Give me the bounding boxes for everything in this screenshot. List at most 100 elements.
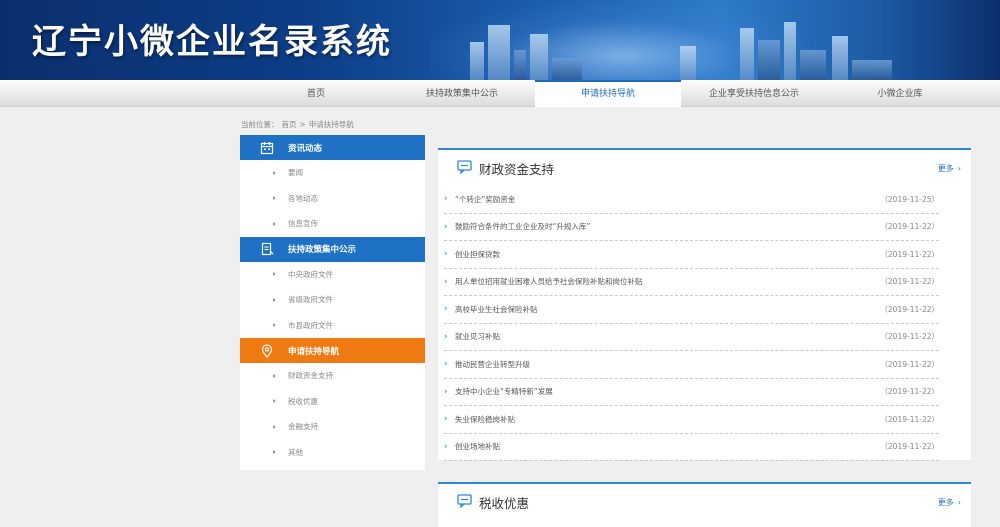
- sidebar-item-publicity[interactable]: 信息宣传: [240, 211, 425, 237]
- chevron-right-icon: ›: [957, 498, 961, 507]
- caret-right-icon: [273, 323, 276, 328]
- chevron-right-icon: ›: [444, 359, 448, 370]
- sidebar-section-label: 资讯动态: [288, 143, 323, 154]
- breadcrumb-current: 申请扶持导航: [308, 120, 354, 129]
- caret-right-icon: [273, 450, 276, 455]
- header-banner: 辽宁小微企业名录系统: [0, 0, 1000, 80]
- breadcrumb-home[interactable]: 首页: [282, 120, 297, 129]
- sidebar-item-central-docs[interactable]: 中央政府文件: [240, 262, 425, 288]
- sidebar: 资讯动态 要闻 各地动态 信息宣传 扶持政策集中公示 中央政府文件 省级政府文件…: [240, 135, 425, 470]
- news-item[interactable]: › 创业担保贷款 （2019-11-22）: [444, 241, 939, 269]
- chevron-right-icon: ›: [444, 276, 448, 287]
- sidebar-item-financial-support[interactable]: 金融支持: [240, 414, 425, 440]
- panel-fiscal-support: 财政资金支持 更多 › › “个转企”奖励资金 （2019-11-25） › 鼓励符合条…: [438, 148, 971, 461]
- sidebar-item-label: 信息宣传: [288, 219, 318, 229]
- sidebar-item-label: 中央政府文件: [288, 269, 333, 279]
- news-item[interactable]: › 鼓励符合条件的工业企业及时“升规入库” （2019-11-22）: [444, 214, 939, 241]
- sidebar-item-local-news[interactable]: 各地动态: [240, 186, 425, 212]
- news-item[interactable]: › 高校毕业生社会保险补贴 （2019-11-22）: [444, 296, 939, 324]
- nav-enterprise-support-info[interactable]: 企业享受扶持信息公示: [681, 80, 827, 107]
- sidebar-section-support-guide[interactable]: 申请扶持导航: [240, 338, 425, 363]
- news-item[interactable]: › 推动民营企业转型升级 （2019-11-22）: [444, 351, 939, 379]
- news-title: 用人单位招用就业困难人员给予社会保险补贴和岗位补贴: [455, 277, 643, 287]
- more-link[interactable]: 更多 ›: [938, 163, 961, 174]
- caret-right-icon: [273, 424, 276, 429]
- sidebar-item-label: 市县政府文件: [288, 320, 333, 330]
- nav-home[interactable]: 首页: [243, 80, 389, 107]
- banner-building: [488, 25, 510, 80]
- news-title: 推动民营企业转型升级: [455, 359, 530, 369]
- sidebar-item-headlines[interactable]: 要闻: [240, 160, 425, 186]
- caret-right-icon: [273, 297, 276, 302]
- banner-building: [470, 42, 484, 80]
- panel-header: 税收优惠 更多 ›: [438, 484, 971, 520]
- sidebar-item-label: 财政资金支持: [288, 371, 333, 381]
- news-date: （2019-11-22）: [880, 222, 939, 232]
- more-link[interactable]: 更多 ›: [938, 497, 961, 508]
- sidebar-section-news[interactable]: 资讯动态: [240, 135, 425, 160]
- caret-right-icon: [273, 373, 276, 378]
- chevron-right-icon: ›: [444, 249, 448, 260]
- sidebar-item-provincial-docs[interactable]: 省级政府文件: [240, 287, 425, 313]
- banner-building: [740, 28, 754, 80]
- news-title: 支持中小企业“专精特新”发展: [455, 387, 553, 397]
- banner-building: [784, 22, 796, 80]
- caret-right-icon: [273, 221, 276, 226]
- sidebar-item-fiscal-support[interactable]: 财政资金支持: [240, 363, 425, 389]
- sidebar-item-tax-benefits[interactable]: 税收优惠: [240, 389, 425, 415]
- more-link-label: 更多: [937, 498, 954, 507]
- banner-building: [514, 50, 526, 80]
- chevron-right-icon: ›: [444, 221, 448, 232]
- news-item[interactable]: › 就业见习补贴 （2019-11-22）: [444, 324, 939, 351]
- news-item[interactable]: › 支持中小企业“专精特新”发展 （2019-11-22）: [444, 379, 939, 406]
- nav-support-guide[interactable]: 申请扶持导航: [535, 80, 681, 107]
- caret-right-icon: [273, 399, 276, 404]
- chevron-right-icon: ›: [444, 414, 448, 425]
- sidebar-section-policy[interactable]: 扶持政策集中公示: [240, 236, 425, 262]
- news-title: “个转企”奖励资金: [455, 194, 516, 204]
- news-item[interactable]: › 失业保险稳岗补贴 （2019-11-22）: [444, 406, 939, 434]
- sidebar-item-city-docs[interactable]: 市县政府文件: [240, 313, 425, 339]
- chat-icon: [457, 493, 473, 512]
- panel-header: 财政资金支持 更多 ›: [438, 150, 971, 186]
- sidebar-item-label: 金融支持: [288, 422, 318, 432]
- more-link-label: 更多: [937, 164, 954, 173]
- banner-building: [680, 46, 696, 80]
- sidebar-item-label: 要闻: [288, 168, 303, 178]
- panel-title: 财政资金支持: [479, 161, 555, 177]
- nav-policy-publicity[interactable]: 扶持政策集中公示: [389, 80, 535, 107]
- news-date: （2019-11-22）: [880, 304, 939, 314]
- banner-building: [530, 34, 548, 80]
- sidebar-item-label: 省级政府文件: [288, 295, 333, 305]
- calendar-icon: [260, 141, 274, 155]
- site-title: 辽宁小微企业名录系统: [32, 22, 392, 62]
- news-item[interactable]: › “个转企”奖励资金 （2019-11-25）: [444, 186, 939, 214]
- news-date: （2019-11-22）: [880, 442, 939, 452]
- chevron-right-icon: ›: [444, 194, 448, 205]
- banner-building: [852, 60, 892, 80]
- chevron-right-icon: ›: [444, 386, 448, 397]
- breadcrumb-prefix: 当前位置：: [241, 120, 279, 129]
- news-item[interactable]: › 创业场地补贴 （2019-11-22）: [444, 434, 939, 461]
- news-date: （2019-11-22）: [880, 277, 939, 287]
- chat-icon: [457, 159, 473, 178]
- main-nav: 首页 扶持政策集中公示 申请扶持导航 企业享受扶持信息公示 小微企业库: [0, 80, 1000, 107]
- banner-building: [552, 58, 582, 80]
- breadcrumb: 当前位置： 首页 > 申请扶持导航: [241, 119, 357, 130]
- nav-enterprise-library[interactable]: 小微企业库: [827, 80, 973, 107]
- sidebar-item-other[interactable]: 其他: [240, 440, 425, 466]
- chevron-right-icon: ›: [444, 304, 448, 315]
- news-title: 创业场地补贴: [455, 442, 500, 452]
- banner-building: [800, 50, 826, 80]
- caret-right-icon: [273, 272, 276, 277]
- location-icon: [260, 343, 274, 358]
- sidebar-item-label: 其他: [288, 447, 303, 457]
- banner-building: [832, 36, 848, 80]
- news-item[interactable]: › 用人单位招用就业困难人员给予社会保险补贴和岗位补贴 （2019-11-22）: [444, 269, 939, 296]
- news-date: （2019-11-22）: [880, 249, 939, 259]
- chevron-right-icon: ›: [444, 331, 448, 342]
- caret-right-icon: [273, 170, 276, 175]
- sidebar-section-label: 扶持政策集中公示: [288, 245, 357, 255]
- news-date: （2019-11-22）: [880, 387, 939, 397]
- sidebar-section-label: 申请扶持导航: [288, 346, 340, 357]
